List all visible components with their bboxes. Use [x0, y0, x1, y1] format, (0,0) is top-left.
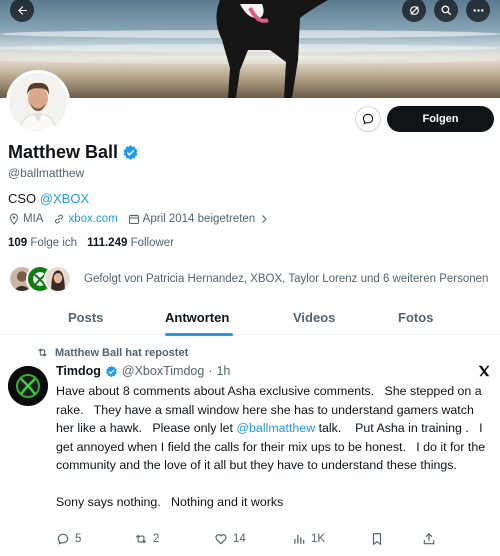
repost-icon: [38, 348, 47, 357]
avatar-portrait: [9, 73, 67, 131]
tweet-time[interactable]: 1h: [216, 364, 230, 378]
tweet-header: Timdog @XboxTimdog · 1h: [56, 364, 230, 378]
location-item: MIA: [8, 213, 43, 225]
like-button[interactable]: 14: [214, 532, 246, 546]
reply-icon: [57, 533, 69, 545]
reply-count: 5: [75, 533, 82, 545]
bar-chart-icon: [294, 534, 305, 544]
following-count: 109: [8, 237, 28, 249]
link-icon: [55, 214, 64, 224]
dog-image: [216, 0, 328, 98]
chat-bubble-icon: [362, 113, 374, 125]
message-button[interactable]: [355, 106, 381, 132]
bio-mention-link[interactable]: @XBOX: [40, 191, 89, 206]
view-count: 1K: [311, 533, 326, 545]
repost-icon: [135, 534, 147, 544]
followed-by-text: Gefolgt von Patricia Hernandez, XBOX, Ta…: [84, 273, 489, 285]
website-item[interactable]: xbox.com: [53, 213, 118, 225]
back-button[interactable]: [10, 0, 34, 22]
views-button[interactable]: 1K: [292, 532, 325, 546]
joined-item[interactable]: April 2014 beigetreten: [128, 213, 271, 225]
hide-reposts-icon: [409, 5, 419, 15]
xbox-sphere-avatar-image: [8, 366, 48, 406]
like-count: 14: [233, 533, 246, 545]
repost-label: Matthew Ball hat repostet: [55, 346, 189, 359]
follower-avatar-image: [46, 267, 70, 291]
profile-tabs: Posts Antworten Videos Fotos: [0, 300, 500, 336]
search-button[interactable]: [434, 0, 458, 22]
tab-replies[interactable]: Antworten: [165, 310, 229, 325]
tweet-actions: 5 2 14 1K: [56, 532, 436, 550]
reply-button[interactable]: 5: [56, 532, 81, 546]
repost-indicator[interactable]: Matthew Ball hat repostet: [36, 346, 188, 359]
profile-handle: @ballmatthew: [8, 166, 85, 180]
followers-label: Follower: [130, 237, 175, 249]
tab-posts[interactable]: Posts: [68, 310, 103, 325]
separator-dot: ·: [208, 364, 213, 378]
x-logo-glyph: [478, 365, 490, 377]
share-button[interactable]: [422, 532, 436, 546]
tab-videos[interactable]: Videos: [293, 310, 335, 325]
website-link[interactable]: xbox.com: [68, 213, 117, 225]
hide-reposts-button[interactable]: [402, 0, 426, 22]
follow-counts: 109 Folge ich 111.249 Follower: [8, 237, 174, 249]
follow-button[interactable]: Folgen: [387, 106, 494, 132]
more-icon: [473, 8, 483, 12]
profile-name-row: Matthew Ball: [8, 142, 139, 163]
tweet-author-handle[interactable]: @XboxTimdog: [122, 364, 204, 378]
following-label: Folge ich: [30, 237, 78, 249]
profile-meta: MIA xbox.com April 2014 beigetreten: [8, 213, 270, 225]
active-tab-indicator: [165, 333, 233, 336]
joined-text: April 2014 beigetreten: [142, 213, 256, 225]
calendar-icon: [128, 214, 139, 224]
x-logo-icon: [477, 364, 491, 383]
bookmark-button[interactable]: [370, 532, 384, 546]
followers-count: 111.249: [87, 237, 128, 249]
tweet-mention-link[interactable]: @ballmatthew: [236, 421, 315, 435]
heart-icon: [215, 534, 227, 545]
profile-bio: CSO @XBOX: [8, 191, 89, 206]
tweet-text: Have about 8 comments about Asha exclusi…: [56, 382, 494, 512]
tweet-text-paragraph: Sony says nothing. Nothing and it works: [56, 495, 284, 509]
following-stat[interactable]: 109 Folge ich: [8, 237, 77, 249]
tweet-author-name[interactable]: Timdog: [56, 364, 101, 378]
arrow-left-icon: [17, 5, 27, 15]
location-text: MIA: [23, 213, 44, 225]
followed-by-row[interactable]: Gefolgt von Patricia Hernandez, XBOX, Ta…: [8, 264, 488, 294]
share-icon: [423, 532, 435, 545]
profile-avatar[interactable]: [6, 70, 70, 134]
follower-avatar: [44, 265, 72, 293]
profile-banner[interactable]: [0, 0, 500, 98]
verified-badge-icon[interactable]: [105, 365, 118, 378]
bio-text: CSO: [8, 191, 40, 206]
chevron-right-icon: [262, 215, 267, 223]
repost-count: 2: [153, 533, 160, 545]
bookmark-icon: [372, 533, 382, 546]
repost-button[interactable]: 2: [134, 532, 159, 546]
more-button[interactable]: [466, 0, 490, 22]
profile-name: Matthew Ball: [8, 142, 119, 162]
location-pin-icon: [9, 213, 19, 225]
search-icon: [441, 5, 451, 15]
tab-photos[interactable]: Fotos: [398, 310, 433, 325]
followers-stat[interactable]: 111.249 Follower: [87, 237, 174, 249]
verified-badge-icon[interactable]: [122, 144, 139, 161]
tweet-author-avatar[interactable]: [8, 366, 48, 406]
